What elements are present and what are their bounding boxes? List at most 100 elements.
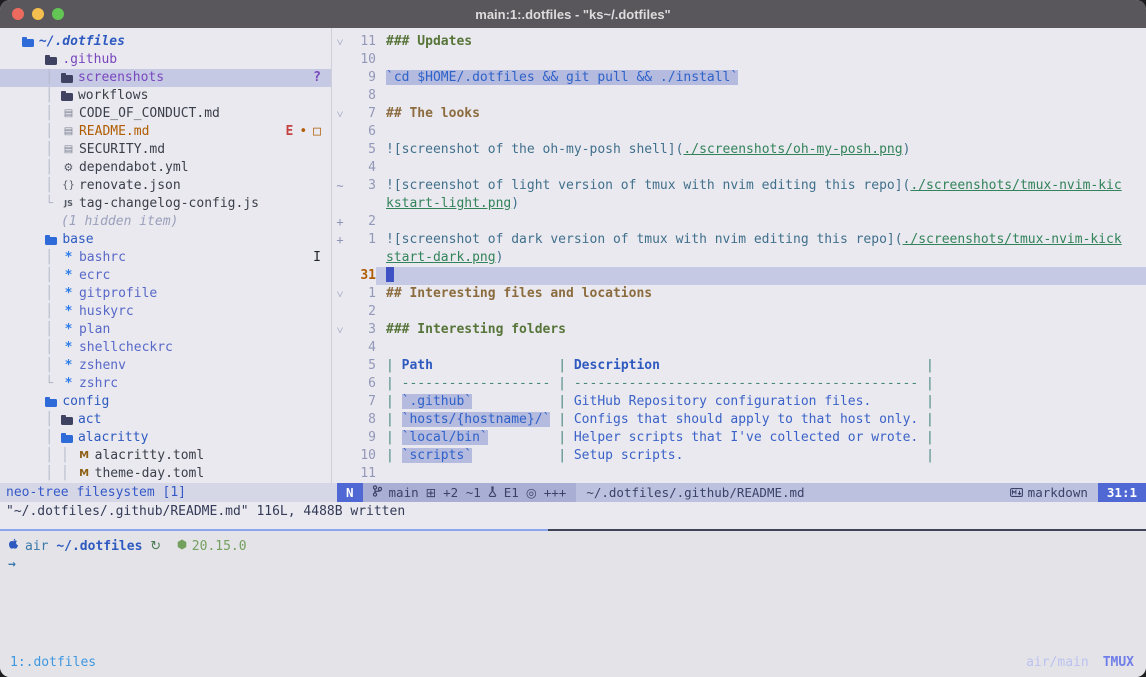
fold-column xyxy=(332,123,348,141)
tree-row[interactable]: │ ▤SECURITY.md xyxy=(0,141,331,159)
editor-line[interactable]: 11 xyxy=(332,465,1146,483)
editor-line[interactable]: 6 xyxy=(332,123,1146,141)
js-icon: JS xyxy=(61,195,76,213)
editor-line[interactable]: 5![screenshot of the oh-my-posh shell](.… xyxy=(332,141,1146,159)
tree-row[interactable]: └ JStag-changelog-config.js xyxy=(0,195,331,213)
editor-line[interactable]: 10 xyxy=(332,51,1146,69)
syntax-segment: `local/bin` xyxy=(402,430,488,445)
editor-line[interactable]: kstart-light.png) xyxy=(332,195,1146,213)
tree-guides xyxy=(14,33,22,51)
tree-row[interactable]: │ screenshots? xyxy=(0,69,331,87)
editor-line[interactable]: 4 xyxy=(332,159,1146,177)
editor-line[interactable]: 4 xyxy=(332,339,1146,357)
editor-line[interactable]: 8| `hosts/{hostname}/` | Configs that sh… xyxy=(332,411,1146,429)
editor-line[interactable]: ˅1## Interesting files and locations xyxy=(332,285,1146,303)
tree-row[interactable]: config xyxy=(0,393,331,411)
star-icon: * xyxy=(61,357,76,375)
gitsign-marker: + xyxy=(332,231,348,249)
syntax-segment: `hosts/{hostname}/` xyxy=(402,412,551,427)
editor-line[interactable]: +2 xyxy=(332,213,1146,231)
syntax-segment: | xyxy=(386,394,402,409)
tree-row[interactable]: base xyxy=(0,231,331,249)
tree-item-label: huskyrc xyxy=(79,303,134,321)
tree-row[interactable]: │ *ecrc xyxy=(0,267,331,285)
editor-line-text xyxy=(376,339,1146,357)
editor-line-text: `cd $HOME/.dotfiles && git pull && ./ins… xyxy=(376,69,1146,87)
tree-item-label: base xyxy=(62,231,93,249)
editor-line[interactable]: 7| `.github` | GitHub Repository configu… xyxy=(332,393,1146,411)
fold-column xyxy=(332,195,348,213)
tree-row[interactable]: .github xyxy=(0,51,331,69)
tree-row[interactable]: │ alacritty xyxy=(0,429,331,447)
tree-row[interactable]: │ ⚙dependabot.yml xyxy=(0,159,331,177)
editor-line-text xyxy=(376,213,1146,231)
editor-line-text: start-dark.png) xyxy=(376,249,1146,267)
git-branch-name: main xyxy=(389,483,419,502)
tree-row[interactable]: ~/.dotfiles xyxy=(0,33,331,51)
tree-row[interactable]: │ {}renovate.json xyxy=(0,177,331,195)
tree-item-label: alacritty xyxy=(78,429,148,447)
tree-item-label: plan xyxy=(79,321,110,339)
editor-line[interactable]: +1![screenshot of dark version of tmux w… xyxy=(332,231,1146,249)
editor-line-text xyxy=(376,87,1146,105)
editor-line[interactable]: 8 xyxy=(332,87,1146,105)
editor-line[interactable]: 2 xyxy=(332,303,1146,321)
shell-pane[interactable]: air ~/.dotfiles ↻ 20.15.0 → xyxy=(0,531,1146,648)
tree-item-label: zshenv xyxy=(79,357,126,375)
editor-line[interactable]: ˅11### Updates xyxy=(332,33,1146,51)
tree-row[interactable]: │ *gitprofile xyxy=(0,285,331,303)
fold-marker-icon[interactable]: ˅ xyxy=(332,285,348,303)
tree-row[interactable]: │ *huskyrc xyxy=(0,303,331,321)
syntax-segment: start-dark.png xyxy=(386,250,496,265)
line-number: 1 xyxy=(348,285,376,303)
filetype-label: markdown xyxy=(1028,483,1088,502)
gitsign-marker: + xyxy=(332,213,348,231)
tree-row[interactable]: │ *shellcheckrc xyxy=(0,339,331,357)
tree-row[interactable]: │ ▤README.mdE•□ xyxy=(0,123,331,141)
line-number: 2 xyxy=(348,213,376,231)
syntax-segment: | xyxy=(918,430,934,445)
editor-line[interactable]: ~3![screenshot of light version of tmux … xyxy=(332,177,1146,195)
editor-line[interactable]: 9| `local/bin` | Helper scripts that I'v… xyxy=(332,429,1146,447)
editor-line[interactable]: 9`cd $HOME/.dotfiles && git pull && ./in… xyxy=(332,69,1146,87)
tree-row[interactable]: │ act xyxy=(0,411,331,429)
tmux-session-tab[interactable]: 1:.dotfiles xyxy=(10,655,96,670)
fold-marker-icon[interactable]: ˅ xyxy=(332,33,348,51)
tree-guides: │ │ xyxy=(14,465,77,483)
tree-row[interactable]: │ workflows xyxy=(0,87,331,105)
syntax-segment: `.github` xyxy=(402,394,472,409)
line-number: 6 xyxy=(348,123,376,141)
tree-row[interactable]: │ *plan xyxy=(0,321,331,339)
tree-row[interactable]: │ *zshenv xyxy=(0,357,331,375)
syntax-segment: ![screenshot of dark version of tmux wit… xyxy=(386,232,903,247)
editor-line[interactable]: 10| `scripts` | Setup scripts. | xyxy=(332,447,1146,465)
tree-row[interactable]: └ *zshrc xyxy=(0,375,331,393)
tree-row[interactable]: │ ▤CODE_OF_CONDUCT.md xyxy=(0,105,331,123)
editor-line[interactable]: 6| ------------------- | ---------------… xyxy=(332,375,1146,393)
gear-icon: ⚙ xyxy=(61,159,76,177)
neotree-statusline: neo-tree filesystem [1] xyxy=(0,483,337,502)
editor-line[interactable]: start-dark.png) xyxy=(332,249,1146,267)
editor-line[interactable]: ˅7## The looks xyxy=(332,105,1146,123)
toml-icon: M xyxy=(77,447,92,465)
folder-icon xyxy=(61,93,73,101)
editor-line[interactable]: 31 xyxy=(332,267,1146,285)
fold-marker-icon[interactable]: ˅ xyxy=(332,105,348,123)
editor-line-text: | Path | Description | xyxy=(376,357,1146,375)
tree-row[interactable]: │ │ Malacritty.toml xyxy=(0,447,331,465)
editor-line[interactable]: ˅3### Interesting folders xyxy=(332,321,1146,339)
tree-item-markers: E•□ xyxy=(286,123,321,141)
tree-row[interactable]: │ *bashrcI xyxy=(0,249,331,267)
editor-line[interactable]: 5| Path | Description | xyxy=(332,357,1146,375)
prompt-arrow[interactable]: → xyxy=(8,556,16,574)
star-icon: * xyxy=(61,249,76,267)
tree-row[interactable]: │ │ Mtheme-day.toml xyxy=(0,465,331,483)
tree-row[interactable]: (1 hidden item) xyxy=(0,213,331,231)
record-icon: ◎ xyxy=(526,483,537,502)
syntax-segment: ## The looks xyxy=(386,106,480,121)
node-version: 20.15.0 xyxy=(192,538,247,556)
fold-marker-icon[interactable]: ˅ xyxy=(332,321,348,339)
line-number xyxy=(348,249,376,267)
editor-line-text xyxy=(376,159,1146,177)
text-cursor xyxy=(386,267,394,282)
